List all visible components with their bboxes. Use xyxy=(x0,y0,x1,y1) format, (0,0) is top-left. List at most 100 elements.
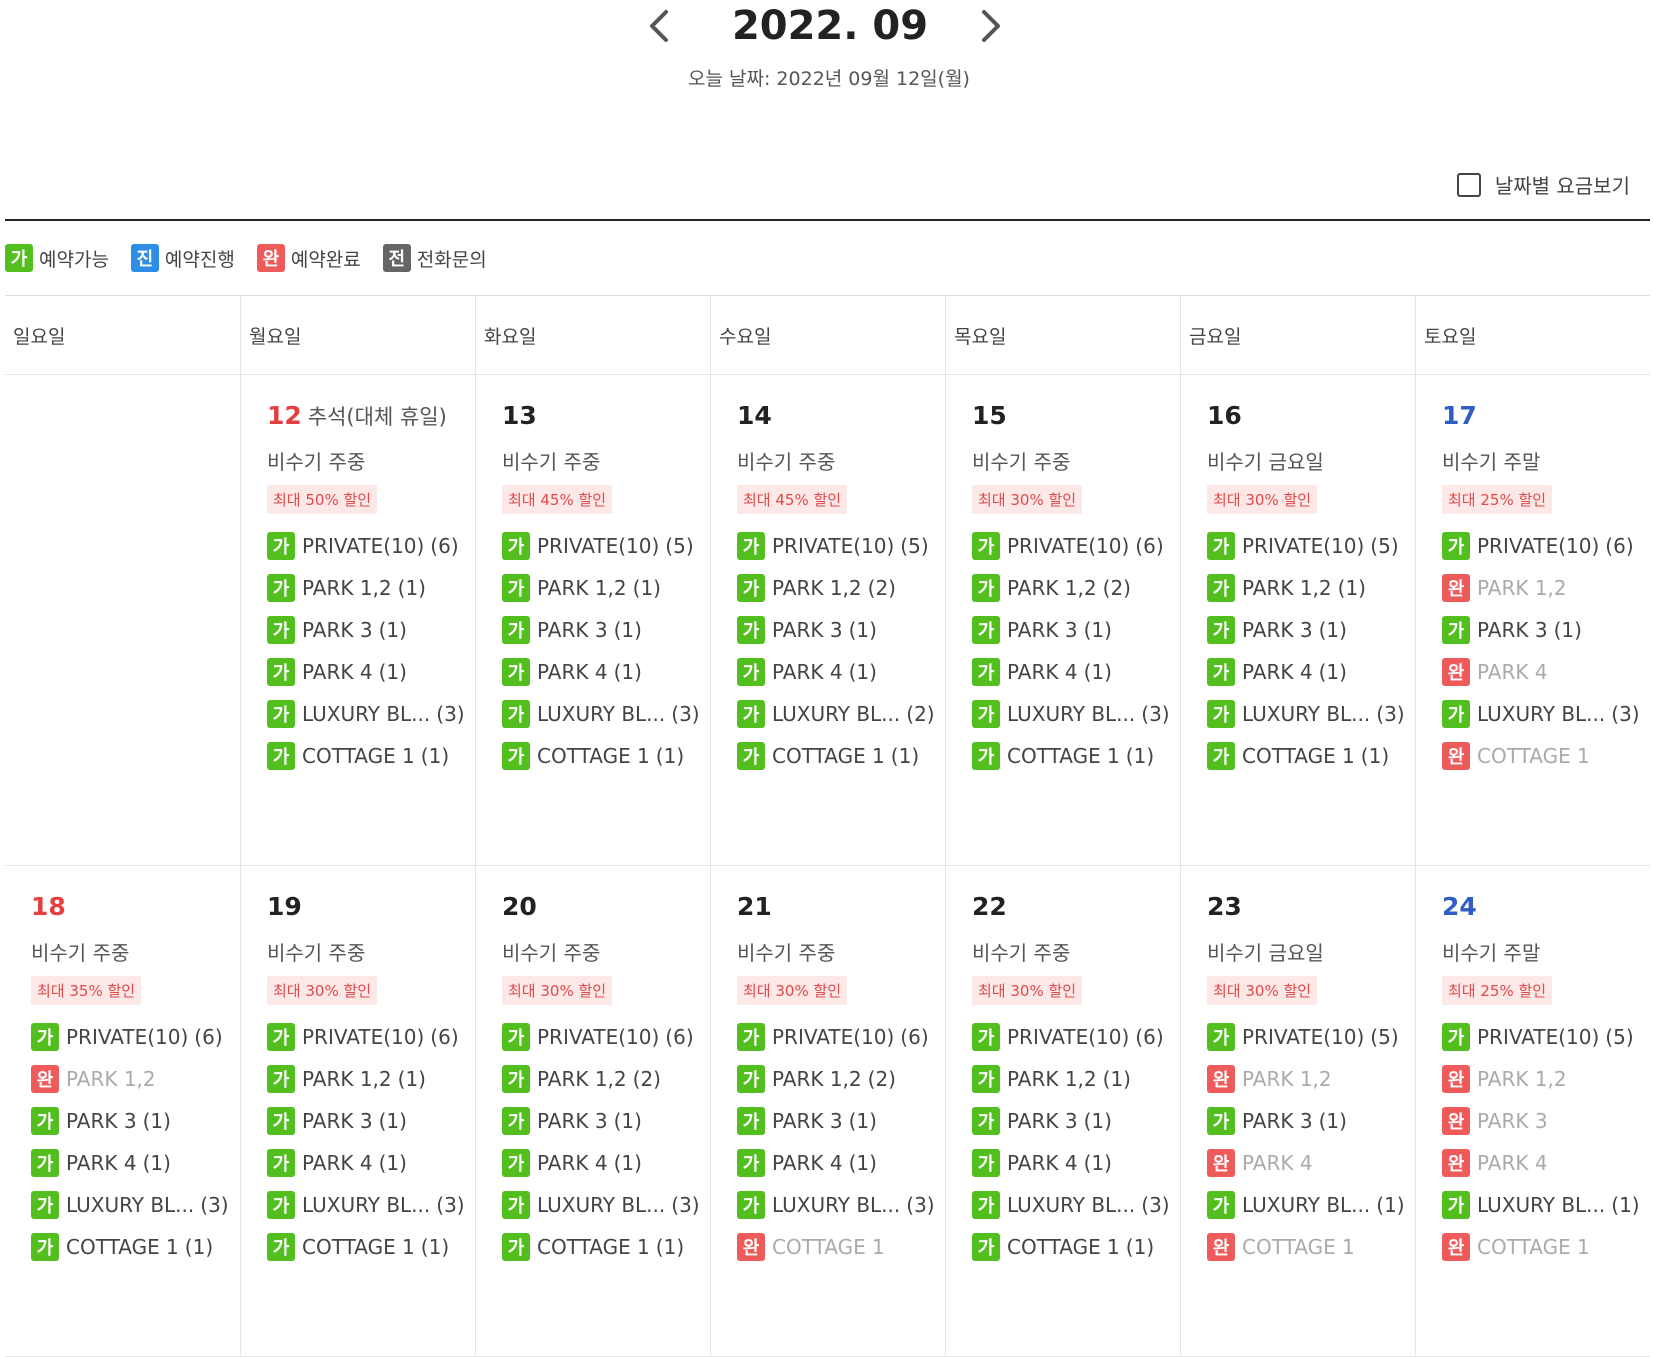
room-item[interactable]: 가 PRIVATE(10) (5) xyxy=(737,532,945,560)
room-item[interactable]: 가 COTTAGE 1 (1) xyxy=(502,742,710,770)
room-item[interactable]: 가 COTTAGE 1 (1) xyxy=(267,1233,475,1261)
room-item[interactable]: 가 PRIVATE(10) (5) xyxy=(502,532,710,560)
room-item[interactable]: 가 PARK 3 (1) xyxy=(972,1107,1180,1135)
room-item[interactable]: 가 COTTAGE 1 (1) xyxy=(737,742,945,770)
room-item[interactable]: 가 PRIVATE(10) (5) xyxy=(1442,1023,1650,1051)
room-item[interactable]: 가 LUXURY BL... (3) xyxy=(502,700,710,728)
room-status-badge: 완 xyxy=(1442,658,1470,686)
room-item[interactable]: 가 PARK 3 (1) xyxy=(737,616,945,644)
room-status-badge: 가 xyxy=(1442,700,1470,728)
room-item[interactable]: 가 PARK 4 (1) xyxy=(267,1149,475,1177)
room-item[interactable]: 가 PRIVATE(10) (5) xyxy=(1207,1023,1415,1051)
room-item[interactable]: 가 PRIVATE(10) (6) xyxy=(972,1023,1180,1051)
room-item[interactable]: 가 COTTAGE 1 (1) xyxy=(1207,742,1415,770)
room-item[interactable]: 가 PARK 4 (1) xyxy=(972,658,1180,686)
room-item[interactable]: 가 PARK 4 (1) xyxy=(267,658,475,686)
room-item[interactable]: 가 PARK 3 (1) xyxy=(267,1107,475,1135)
room-item[interactable]: 가 LUXURY BL... (3) xyxy=(972,1191,1180,1219)
room-item[interactable]: 완 PARK 1,2 xyxy=(1442,574,1650,602)
room-item[interactable]: 가 PARK 1,2 (2) xyxy=(502,1065,710,1093)
room-item[interactable]: 가 PARK 4 (1) xyxy=(31,1149,240,1177)
room-item[interactable]: 완 COTTAGE 1 xyxy=(1442,1233,1650,1261)
room-item[interactable]: 완 COTTAGE 1 xyxy=(1207,1233,1415,1261)
room-item[interactable]: 가 PARK 4 (1) xyxy=(502,1149,710,1177)
room-item[interactable]: 가 COTTAGE 1 (1) xyxy=(972,742,1180,770)
room-item[interactable]: 가 LUXURY BL... (1) xyxy=(1442,1191,1650,1219)
room-item[interactable]: 완 PARK 1,2 xyxy=(31,1065,240,1093)
room-item[interactable]: 가 LUXURY BL... (3) xyxy=(972,700,1180,728)
room-item[interactable]: 가 PARK 4 (1) xyxy=(737,658,945,686)
room-item[interactable]: 가 COTTAGE 1 (1) xyxy=(972,1233,1180,1261)
prev-month-button[interactable] xyxy=(640,6,680,46)
room-item[interactable]: 가 PARK 3 (1) xyxy=(1442,616,1650,644)
day-number-text: 24 xyxy=(1442,892,1477,921)
daily-price-toggle[interactable]: 날짜별 요금보기 xyxy=(1456,170,1630,199)
room-item[interactable]: 가 COTTAGE 1 (1) xyxy=(502,1233,710,1261)
room-status-badge: 완 xyxy=(1207,1065,1235,1093)
season-label: 비수기 금요일 xyxy=(1207,450,1324,474)
room-name: PARK 4 xyxy=(302,1151,373,1175)
room-item[interactable]: 가 PARK 3 (1) xyxy=(1207,616,1415,644)
room-item[interactable]: 완 COTTAGE 1 xyxy=(1442,742,1650,770)
room-item[interactable]: 가 PARK 3 (1) xyxy=(972,616,1180,644)
room-item[interactable]: 가 LUXURY BL... (3) xyxy=(267,700,475,728)
room-item[interactable]: 가 PARK 4 (1) xyxy=(1207,658,1415,686)
room-item[interactable]: 가 LUXURY BL... (3) xyxy=(737,1191,945,1219)
room-item[interactable]: 가 PARK 1,2 (2) xyxy=(972,574,1180,602)
room-item[interactable]: 가 LUXURY BL... (3) xyxy=(31,1191,240,1219)
room-item[interactable]: 가 COTTAGE 1 (1) xyxy=(267,742,475,770)
room-item[interactable]: 가 PARK 3 (1) xyxy=(267,616,475,644)
room-item[interactable]: 가 PARK 4 (1) xyxy=(972,1149,1180,1177)
room-name: LUXURY BL... xyxy=(1007,702,1136,726)
day-cell-15: 15 비수기 주중 최대 30% 할인 가 PRIVATE(10) (6) 가 PARK 1,… xyxy=(945,375,1180,865)
room-item[interactable]: 가 PARK 1,2 (2) xyxy=(737,1065,945,1093)
room-item[interactable]: 가 PRIVATE(10) (6) xyxy=(31,1023,240,1051)
room-item[interactable]: 완 PARK 1,2 xyxy=(1442,1065,1650,1093)
room-item[interactable]: 가 PARK 3 (1) xyxy=(737,1107,945,1135)
daily-price-checkbox[interactable] xyxy=(1456,172,1481,197)
room-count: (3) xyxy=(1376,702,1405,726)
room-item[interactable]: 완 PARK 1,2 xyxy=(1207,1065,1415,1093)
room-item[interactable]: 가 LUXURY BL... (3) xyxy=(267,1191,475,1219)
room-item[interactable]: 가 PARK 3 (1) xyxy=(502,1107,710,1135)
room-item[interactable]: 가 PARK 3 (1) xyxy=(31,1107,240,1135)
room-count: (1) xyxy=(142,1109,171,1133)
room-count: (1) xyxy=(655,744,685,768)
room-item[interactable]: 가 LUXURY BL... (3) xyxy=(1442,700,1650,728)
room-item[interactable]: 가 PRIVATE(10) (6) xyxy=(267,532,475,560)
room-status-badge: 가 xyxy=(502,1233,530,1261)
room-item[interactable]: 가 PRIVATE(10) (6) xyxy=(737,1023,945,1051)
room-item[interactable]: 가 PRIVATE(10) (5) xyxy=(1207,532,1415,560)
day-cell-12: 12 추석(대체 휴일) 비수기 주중 최대 50% 할인 가 PRIVATE(10) (6… xyxy=(240,375,475,865)
room-item[interactable]: 가 PARK 1,2 (1) xyxy=(972,1065,1180,1093)
room-item[interactable]: 가 PARK 4 (1) xyxy=(502,658,710,686)
room-item[interactable]: 가 PRIVATE(10) (6) xyxy=(267,1023,475,1051)
room-item[interactable]: 완 COTTAGE 1 xyxy=(737,1233,945,1261)
room-item[interactable]: 가 LUXURY BL... (3) xyxy=(502,1191,710,1219)
room-item[interactable]: 가 LUXURY BL... (3) xyxy=(1207,700,1415,728)
room-item[interactable]: 가 PARK 1,2 (1) xyxy=(267,574,475,602)
room-item[interactable]: 가 PARK 3 (1) xyxy=(1207,1107,1415,1135)
room-item[interactable]: 가 PRIVATE(10) (6) xyxy=(502,1023,710,1051)
room-item[interactable]: 가 PRIVATE(10) (6) xyxy=(1442,532,1650,560)
room-item[interactable]: 가 PARK 4 (1) xyxy=(737,1149,945,1177)
room-item[interactable]: 가 LUXURY BL... (1) xyxy=(1207,1191,1415,1219)
room-item[interactable]: 가 COTTAGE 1 (1) xyxy=(31,1233,240,1261)
room-item[interactable]: 완 PARK 4 xyxy=(1207,1149,1415,1177)
room-name: LUXURY BL... xyxy=(302,1193,431,1217)
room-status-badge: 가 xyxy=(737,616,765,644)
room-item[interactable]: 완 PARK 4 xyxy=(1442,658,1650,686)
room-name: PARK 1,2 xyxy=(302,1067,392,1091)
room-item[interactable]: 가 PARK 1,2 (1) xyxy=(502,574,710,602)
room-item[interactable]: 가 PARK 3 (1) xyxy=(502,616,710,644)
next-month-button[interactable] xyxy=(970,6,1010,46)
legend-badge-avail: 가 xyxy=(5,244,33,272)
room-item[interactable]: 가 PRIVATE(10) (6) xyxy=(972,532,1180,560)
room-item[interactable]: 가 PARK 1,2 (2) xyxy=(737,574,945,602)
room-item[interactable]: 가 PARK 1,2 (1) xyxy=(267,1065,475,1093)
room-item[interactable]: 완 PARK 3 xyxy=(1442,1107,1650,1135)
room-item[interactable]: 가 PARK 1,2 (1) xyxy=(1207,574,1415,602)
room-status-badge: 가 xyxy=(502,1191,530,1219)
room-item[interactable]: 완 PARK 4 xyxy=(1442,1149,1650,1177)
room-item[interactable]: 가 LUXURY BL... (2) xyxy=(737,700,945,728)
